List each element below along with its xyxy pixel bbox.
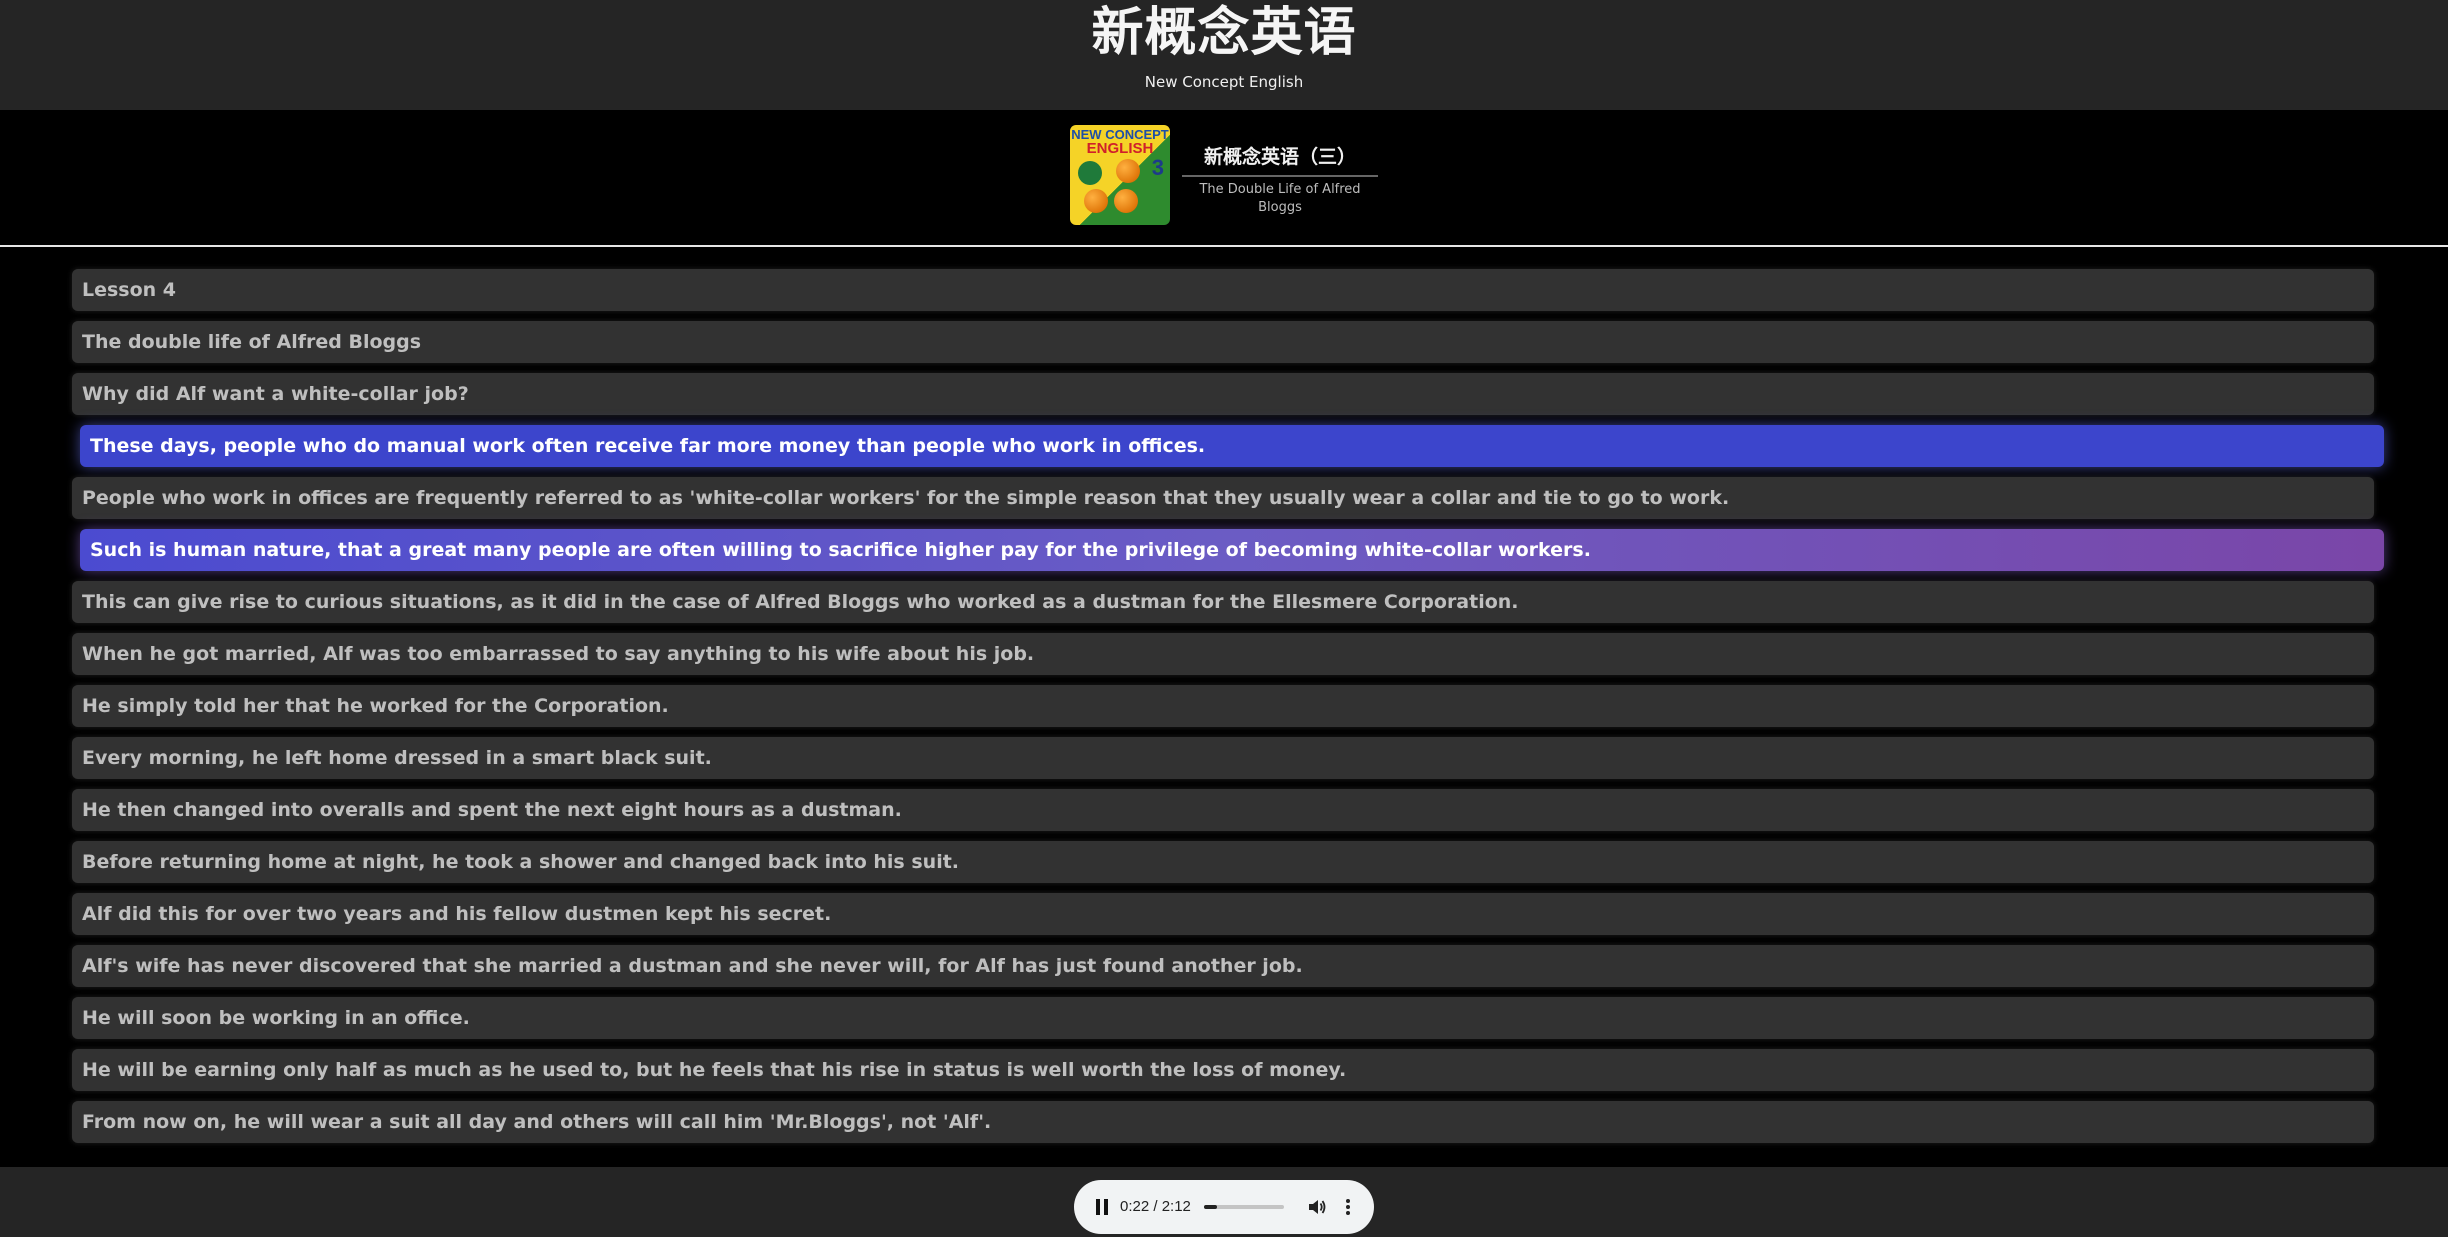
sentence-text: This can give rise to curious situations… (82, 591, 1519, 613)
sentence-item[interactable]: Alf's wife has never discovered that she… (72, 945, 2374, 987)
site-title: 新概念英语 (1091, 3, 1357, 63)
sentence-text: Lesson 4 (82, 279, 177, 301)
sentence-text: Why did Alf want a white-collar job? (82, 383, 469, 405)
cover-ball-icon (1114, 189, 1138, 213)
volume-icon[interactable] (1307, 1197, 1327, 1217)
sentence-list: Lesson 4 The double life of Alfred Blogg… (0, 247, 2448, 1167)
book-info-section: NEW CONCEPT ENGLISH 3 新概念英语（三） The Doubl… (0, 110, 2448, 245)
book-cover-image: NEW CONCEPT ENGLISH 3 (1070, 125, 1170, 225)
sentence-item[interactable]: When he got married, Alf was too embarra… (72, 633, 2374, 675)
sentence-item[interactable]: He then changed into overalls and spent … (72, 789, 2374, 831)
sentence-item[interactable]: People who work in offices are frequentl… (72, 477, 2374, 519)
sentence-text: These days, people who do manual work of… (90, 435, 1206, 457)
cover-badge (1078, 161, 1102, 185)
sentence-item[interactable]: From now on, he will wear a suit all day… (72, 1101, 2374, 1143)
sentence-item[interactable]: Every morning, he left home dressed in a… (72, 737, 2374, 779)
sentence-text: He will soon be working in an office. (82, 1007, 470, 1029)
player-footer: 0:22 / 2:12 (0, 1167, 2448, 1237)
cover-volume-number: 3 (1151, 155, 1164, 180)
book-name: 新概念英语（三） (1182, 144, 1378, 177)
audio-player: 0:22 / 2:12 (1074, 1180, 1374, 1234)
sentence-text: From now on, he will wear a suit all day… (82, 1111, 992, 1133)
cover-ball-icon (1116, 159, 1140, 183)
sentence-text: He will be earning only half as much as … (82, 1059, 1347, 1081)
site-header: 新概念英语 New Concept English (0, 0, 2448, 110)
sentence-item[interactable]: He will soon be working in an office. (72, 997, 2374, 1039)
lesson-title: The Double Life of Alfred Bloggs (1199, 182, 1361, 215)
sentence-text: Such is human nature, that a great many … (90, 539, 1591, 561)
sentence-text: The double life of Alfred Bloggs (82, 331, 422, 353)
pause-icon[interactable] (1096, 1199, 1110, 1215)
sentence-item[interactable]: This can give rise to curious situations… (72, 581, 2374, 623)
sentence-item[interactable]: Lesson 4 (72, 269, 2374, 311)
sentence-text: He then changed into overalls and spent … (82, 799, 902, 821)
site-subtitle: New Concept English (1144, 73, 1304, 91)
sentence-item-current[interactable]: These days, people who do manual work of… (80, 425, 2384, 467)
sentence-text: Alf's wife has never discovered that she… (82, 955, 1303, 977)
sentence-text: He simply told her that he worked for th… (82, 695, 669, 717)
book-info: 新概念英语（三） The Double Life of Alfred Blogg… (1182, 144, 1378, 217)
progress-slider[interactable] (1204, 1205, 1284, 1209)
cover-ball-icon (1084, 189, 1108, 213)
sentence-item-highlighted[interactable]: Such is human nature, that a great many … (80, 529, 2384, 571)
sentence-item[interactable]: Alf did this for over two years and his … (72, 893, 2374, 935)
sentence-text: When he got married, Alf was too embarra… (82, 643, 1035, 665)
more-vertical-icon[interactable] (1344, 1197, 1352, 1217)
sentence-item[interactable]: Before returning home at night, he took … (72, 841, 2374, 883)
progress-fill (1204, 1205, 1218, 1209)
sentence-text: Before returning home at night, he took … (82, 851, 960, 873)
sentence-item[interactable]: The double life of Alfred Bloggs (72, 321, 2374, 363)
sentence-text: Alf did this for over two years and his … (82, 903, 832, 925)
sentence-item[interactable]: He will be earning only half as much as … (72, 1049, 2374, 1091)
sentence-item[interactable]: He simply told her that he worked for th… (72, 685, 2374, 727)
sentence-text: People who work in offices are frequentl… (82, 487, 1730, 509)
sentence-text: Every morning, he left home dressed in a… (82, 747, 712, 769)
time-display: 0:22 / 2:12 (1120, 1198, 1191, 1215)
sentence-item[interactable]: Why did Alf want a white-collar job? (72, 373, 2374, 415)
